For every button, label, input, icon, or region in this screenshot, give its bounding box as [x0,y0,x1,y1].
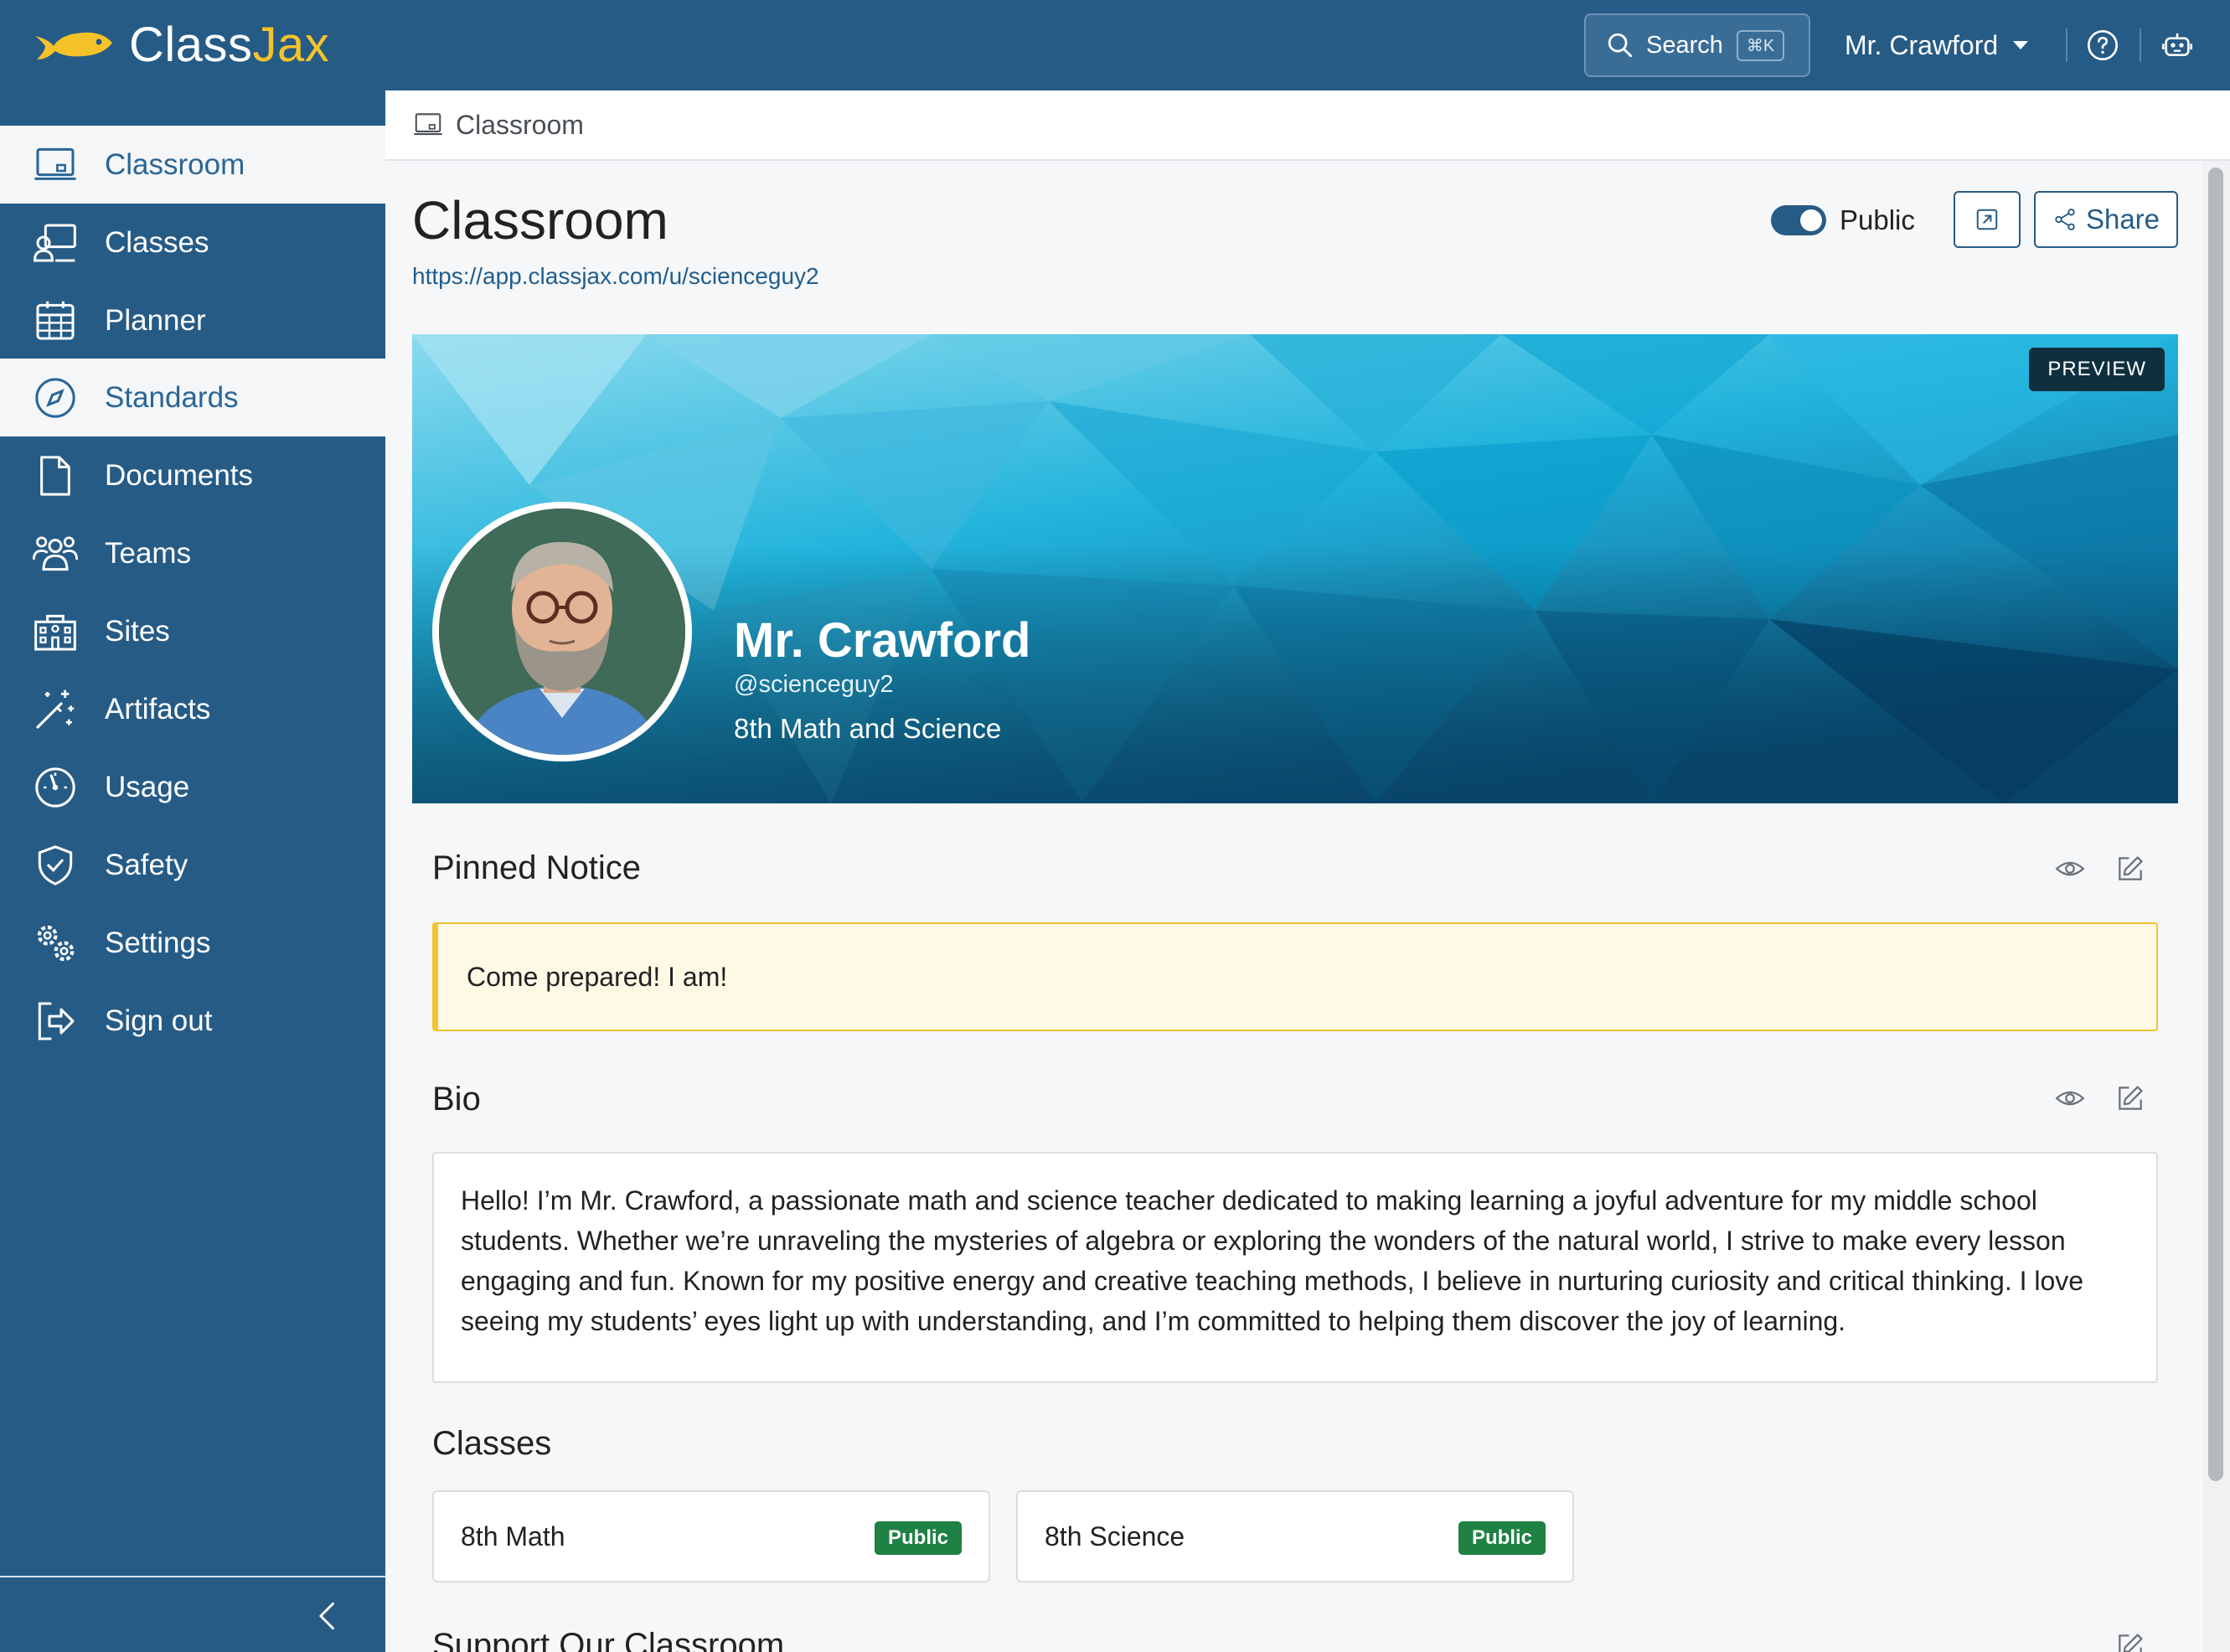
share-label: Share [2085,204,2160,235]
sidebar-item-label: Settings [105,926,211,959]
external-link-icon [1976,209,1998,230]
compass-icon [35,377,75,418]
sidebar-item-documents[interactable]: Documents [0,436,385,514]
classes-icon [33,223,76,262]
sidebar-item-label: Standards [105,380,239,414]
question-circle-icon[interactable] [2086,28,2119,62]
edit-icon[interactable] [2114,1630,2146,1652]
sidebar-item-label: Classes [105,225,209,259]
edit-icon[interactable] [2114,853,2146,885]
sites-icon [34,614,76,651]
brand-accent: Jax [252,17,330,72]
calendar-icon [36,301,75,340]
avatar [432,502,692,761]
sidebar-item-usage[interactable]: Usage [0,748,385,826]
page-title: Classroom [412,190,668,250]
breadcrumb-current: Classroom [456,109,584,140]
class-name: 8th Science [1045,1521,1185,1551]
sidebar-item-label: Sites [105,614,170,648]
search-icon [1608,33,1633,58]
brand-name: ClassJax [129,17,329,73]
scrollbar-thumb[interactable] [2208,168,2223,1481]
breadcrumb: Classroom [385,90,2230,161]
status-badge: Public [874,1521,962,1555]
status-badge: Public [1458,1521,1546,1555]
shield-icon [38,844,73,885]
sidebar-item-artifacts[interactable]: Artifacts [0,670,385,748]
class-card[interactable]: 8th Math Public [432,1490,990,1582]
sidebar-item-label: Artifacts [105,692,211,725]
chevron-left-icon[interactable] [310,1598,347,1634]
public-toggle[interactable] [1771,205,1826,235]
gears-icon [37,925,75,961]
sign-out-icon [38,1001,75,1040]
sidebar: Classroom Classes Planner Standards Docu… [0,90,385,1652]
sidebar-item-settings[interactable]: Settings [0,904,385,982]
gauge-icon [35,767,75,808]
preview-badge: PREVIEW [2029,348,2165,391]
sidebar-item-teams[interactable]: Teams [0,514,385,592]
sidebar-item-label: Sign out [105,1004,213,1037]
sidebar-item-label: Planner [105,303,206,337]
classroom-url-link[interactable]: https://app.classjax.com/u/scienceguy2 [412,263,819,290]
sidebar-item-label: Teams [105,536,192,570]
support-title: Support Our Classroom [432,1627,785,1652]
scrollbar[interactable] [2203,161,2230,1652]
sidebar-item-planner[interactable]: Planner [0,281,385,359]
sidebar-item-label: Documents [105,458,254,492]
document-icon [40,455,70,496]
teacher-name: Mr. Crawford [734,613,1031,668]
robot-icon[interactable] [2160,28,2194,62]
public-toggle-label: Public [1840,204,1915,235]
share-icon [2055,209,2075,230]
divider [2140,28,2141,62]
pinned-notice-title: Pinned Notice [432,849,642,886]
eye-icon[interactable] [2054,853,2086,885]
share-button[interactable]: Share [2034,191,2178,248]
top-bar: ClassJax Search ⌘K Mr. Crawford [0,0,2230,90]
sidebar-item-classroom[interactable]: Classroom [0,126,385,204]
sidebar-item-label: Usage [105,770,190,803]
profile-hero-banner: PREVIEW Mr. Crawford @scienceguy2 8th Ma… [412,334,2178,803]
sidebar-item-label: Safety [105,848,188,881]
magic-wand-icon [36,689,75,729]
search-label: Search [1646,31,1723,59]
divider [2066,28,2067,62]
logo[interactable]: ClassJax [32,17,329,72]
edit-icon[interactable] [2114,1082,2146,1114]
bio-title: Bio [432,1081,481,1118]
teams-icon [32,535,79,570]
user-menu[interactable]: Mr. Crawford [1845,25,2029,65]
sidebar-item-label: Classroom [105,147,245,181]
sidebar-footer [0,1576,385,1652]
eye-icon[interactable] [2054,1082,2086,1114]
sidebar-item-classes[interactable]: Classes [0,204,385,281]
sidebar-item-sign-out[interactable]: Sign out [0,982,385,1060]
open-external-button[interactable] [1954,191,2021,248]
search-shortcut: ⌘K [1736,29,1785,61]
classes-title: Classes [432,1425,552,1462]
brand-main: Class [129,17,253,72]
teacher-handle: @scienceguy2 [734,671,894,698]
sidebar-item-sites[interactable]: Sites [0,592,385,670]
classroom-icon [414,113,442,136]
toggle-knob [1800,209,1822,231]
bio-text: Hello! I’m Mr. Crawford, a passionate ma… [432,1152,2158,1383]
class-card[interactable]: 8th Science Public [1016,1490,1574,1582]
teacher-subtitle: 8th Math and Science [734,713,1002,744]
sidebar-item-standards[interactable]: Standards [0,359,385,436]
polygon-background [412,334,2178,803]
class-name: 8th Math [461,1521,565,1551]
chevron-down-icon [2013,41,2029,49]
sidebar-item-safety[interactable]: Safety [0,826,385,904]
fish-logo-icon [35,32,112,59]
user-name: Mr. Crawford [1845,29,1999,60]
profile-photo [439,509,685,755]
pinned-notice: Come prepared! I am! [432,922,2158,1031]
classroom-icon [34,147,76,180]
search-button[interactable]: Search ⌘K [1584,13,1810,77]
